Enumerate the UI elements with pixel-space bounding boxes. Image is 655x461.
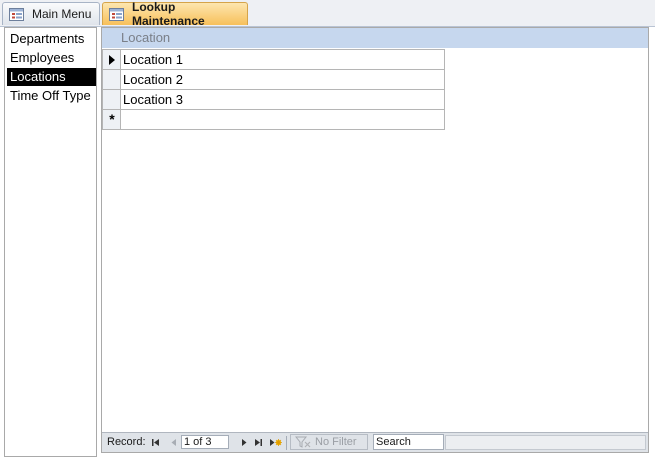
table-row: Location 3 [102,90,445,110]
record-navigation-bar: Record: 1 of 3 No Filter Search [102,432,648,452]
list-item-departments[interactable]: Departments [7,30,96,48]
new-location-cell[interactable] [121,110,445,129]
location-cell[interactable]: Location 3 [121,90,445,109]
lookup-list[interactable]: Departments Employees Locations Time Off… [4,27,97,457]
filter-label: No Filter [315,436,357,448]
tab-main-menu[interactable]: Main Menu [2,2,100,25]
new-record-nav-icon[interactable] [268,433,282,452]
next-record-icon[interactable] [239,433,249,452]
separator [286,436,287,450]
table-row: Location 1 [102,50,445,70]
tab-label: Lookup Maintenance [132,0,205,28]
record-position-input[interactable]: 1 of 3 [181,435,229,449]
record-selector[interactable] [102,90,121,109]
location-cell[interactable]: Location 2 [121,70,445,89]
location-cell[interactable]: Location 1 [121,50,445,69]
document-tab-strip: Main Menu Lookup Maintenance [0,0,655,28]
column-header[interactable]: Location [102,28,648,48]
tab-label: Main Menu [32,7,92,21]
current-record-arrow-icon [109,55,115,65]
list-item-locations[interactable]: Locations [7,68,96,86]
record-selector[interactable]: * [102,110,121,129]
form-icon [9,7,24,21]
first-record-icon[interactable] [150,433,161,452]
filter-toggle-button[interactable]: No Filter [290,434,368,450]
new-record-row: * [102,110,445,130]
last-record-icon[interactable] [253,433,264,452]
record-label: Record: [107,436,146,448]
record-selector[interactable] [102,50,121,69]
form-icon [109,7,124,21]
list-item-employees[interactable]: Employees [7,49,96,67]
tab-lookup-maintenance[interactable]: Lookup Maintenance [102,0,248,28]
table-row: Location 2 [102,70,445,90]
datasheet-subform: Location Location 1 Location 2 Location … [101,27,649,453]
horizontal-scrollbar[interactable] [445,435,646,450]
new-record-icon: * [109,111,115,127]
previous-record-icon[interactable] [168,433,178,452]
column-header-label: Location [121,30,171,45]
datasheet-grid: Location 1 Location 2 Location 3 * [102,49,445,130]
record-selector[interactable] [102,70,121,89]
search-input[interactable]: Search [373,434,444,450]
list-item-time-off-type[interactable]: Time Off Type [7,87,96,105]
filter-icon [295,436,311,448]
